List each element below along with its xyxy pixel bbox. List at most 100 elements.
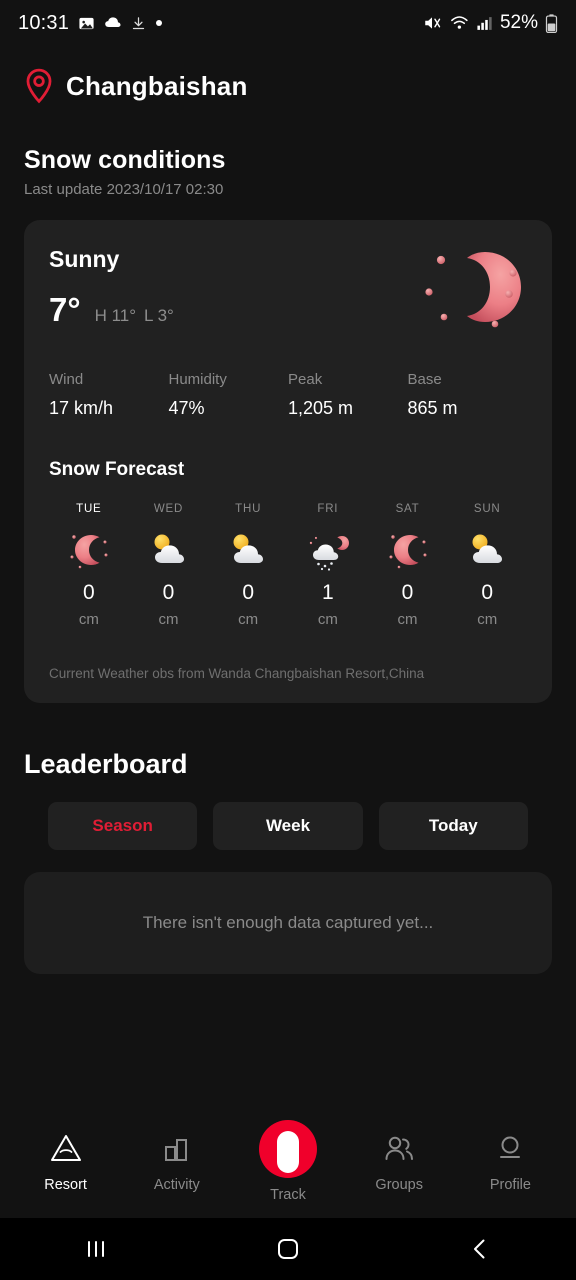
nav-item-groups[interactable]: Groups [344,1130,455,1193]
forecast-unit: cm [158,611,179,628]
forecast-day-label: TUE [76,503,102,515]
home-button[interactable] [192,1236,384,1262]
forecast-day-label: SUN [473,503,501,515]
tab-today[interactable]: Today [378,802,528,850]
stat-label: Wind [49,371,84,388]
snow-forecast-title: Snow Forecast [49,459,185,480]
back-icon [474,1239,485,1259]
moon-stars-icon [70,535,108,569]
nav-label: Resort [44,1177,87,1193]
nav-label: Profile [489,1177,531,1193]
temperature-high-low: H 11° L 3° [95,306,182,326]
nav-item-profile[interactable]: Profile [455,1130,566,1193]
sun-cloud-icon [154,534,184,563]
signal-icon [477,16,492,30]
condition-name: Sunny [49,246,120,272]
dot-icon [156,20,163,26]
track-icon[interactable] [259,1120,317,1178]
stat-value: 17 km/h [49,398,114,418]
nav-item-resort[interactable]: Resort [10,1130,121,1193]
track-pill-shape [277,1131,299,1173]
nav-label: Groups [375,1177,423,1193]
stat-value: 865 m [407,398,458,418]
nav-item-track[interactable]: Track [232,1120,343,1203]
location-name: Changbaishan [66,70,248,101]
recents-icon [88,1241,104,1257]
current-temperature: 7° [49,291,81,328]
forecast-day-sat: SAT 0 cm [368,503,448,628]
cloud-icon [105,16,121,27]
weather-source-footnote: Current Weather obs from Wanda Changbais… [49,666,425,681]
snow-cloud-moon-icon [309,536,349,571]
stat-wind: Wind 17 km/h [49,371,169,419]
download-icon [132,16,145,29]
home-icon [278,1239,298,1259]
current-conditions-row: Sunny 7° H 11° L 3° [49,246,527,335]
last-update-label: Last update 2023/10/17 02:30 [24,181,224,198]
forecast-day-sun: SUN 0 cm [447,503,527,628]
moon-stars-icon [389,535,427,569]
forecast-unit: cm [317,611,338,628]
weather-card: Sunny 7° H 11° L 3° Wind 17 km/h Humidit… [24,220,552,703]
forecast-value: 1 [322,581,334,604]
stat-label: Humidity [168,371,227,388]
nav-label: Activity [153,1177,200,1193]
moon-stars-icon [425,252,521,328]
wifi-icon [451,16,468,29]
location-header[interactable]: Changbaishan [0,46,576,104]
forecast-day-label: THU [235,503,262,515]
app-screen: 10:31 52% Changbaishan Snow conditions L… [0,0,576,1280]
stat-value: 1,205 m [288,398,354,418]
leaderboard-title: Leaderboard [24,749,188,779]
stat-humidity: Humidity 47% [169,371,289,419]
stat-value: 47% [168,398,205,418]
nav-item-activity[interactable]: Activity [121,1130,232,1193]
recents-button[interactable] [0,1237,192,1261]
forecast-day-wed: WED 0 cm [129,503,209,628]
location-pin-icon [26,68,52,104]
tab-season[interactable]: Season [48,802,198,850]
image-icon [79,17,94,29]
forecast-unit: cm [397,611,418,628]
forecast-value: 0 [242,581,255,604]
page-scroll-area[interactable]: Snow conditions Last update 2023/10/17 0… [0,104,576,1113]
status-bar-left: 10:31 [18,12,163,35]
forecast-day-label: WED [153,503,184,515]
forecast-unit: cm [238,611,259,628]
nav-label: Track [270,1187,306,1203]
mountain-icon [49,1130,83,1166]
back-button[interactable] [384,1236,576,1262]
tab-week[interactable]: Week [213,802,363,850]
status-bar: 10:31 52% [0,0,576,46]
forecast-value: 0 [82,581,95,604]
forecast-day-fri: FRI 1 cm [288,503,368,628]
people-icon [382,1130,416,1166]
sun-cloud-icon [233,534,264,563]
bottom-navigation: Resort Activity Track Groups Profile [0,1113,576,1218]
battery-icon [545,13,558,33]
leaderboard-empty-state: There isn't enough data captured yet... [24,872,552,974]
forecast-unit: cm [78,611,99,628]
person-icon [494,1130,526,1166]
page-title: Snow conditions [24,146,226,174]
stat-label: Base [407,371,442,388]
forecast-value: 0 [401,581,414,604]
mute-icon [425,17,441,29]
forecast-unit: cm [477,611,498,628]
stat-base: Base 865 m [408,371,528,419]
snow-forecast-row: TUE 0 cm WED 0 cm THU 0 cm FRI 1 cm SAT … [49,503,527,628]
status-bar-right: 52% [422,12,558,34]
forecast-day-thu: THU 0 cm [208,503,288,628]
temperature-row: 7° H 11° L 3° [49,291,417,329]
current-conditions-text: Sunny 7° H 11° L 3° [49,246,417,329]
forecast-day-label: FRI [317,503,339,515]
forecast-value: 0 [481,581,494,604]
leaderboard-tabs: Season Week Today [0,780,576,850]
stat-peak: Peak 1,205 m [288,371,408,419]
forecast-day-tue: TUE 0 cm [49,503,129,628]
status-bar-clock: 10:31 [18,11,70,34]
leaderboard-empty-message: There isn't enough data captured yet... [142,913,434,932]
stat-label: Peak [288,371,323,388]
forecast-value: 0 [162,581,175,604]
system-navigation-bar [0,1218,576,1280]
